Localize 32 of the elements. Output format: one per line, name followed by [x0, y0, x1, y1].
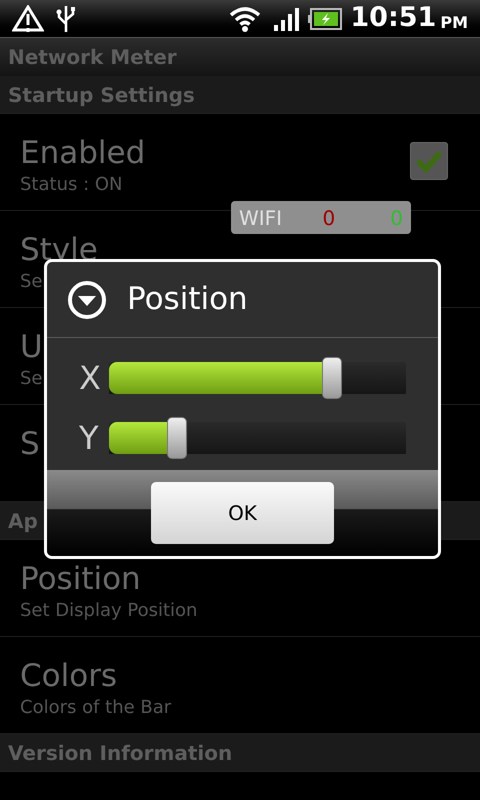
dropdown-circle-icon: [67, 280, 107, 320]
pref-summary: Status : ON: [20, 173, 122, 197]
transmit-count: 0: [390, 204, 403, 232]
pref-summary: Se: [20, 367, 42, 391]
app-title-bar: Network Meter: [0, 38, 480, 76]
meter-label: WIFI: [239, 204, 282, 232]
pref-summary: Se: [20, 270, 42, 294]
clock-time: 10:51: [350, 1, 436, 36]
slider-thumb[interactable]: [167, 417, 188, 459]
pref-title[interactable]: Position: [20, 560, 141, 598]
section-header: Startup Settings: [0, 76, 480, 114]
checkmark-icon: [415, 149, 443, 173]
slider-thumb[interactable]: [322, 357, 342, 399]
ok-button[interactable]: OK: [151, 482, 334, 544]
pref-summary: Colors of the Bar: [20, 696, 172, 720]
signal-icon: [274, 6, 300, 30]
warning-icon: [12, 4, 44, 32]
usb-icon: [56, 4, 76, 34]
slider-label: Y: [79, 418, 100, 459]
pref-title[interactable]: Enabled: [20, 134, 146, 172]
pref-title[interactable]: U: [20, 328, 43, 366]
slider-label: X: [79, 358, 102, 399]
dialog-title: Position: [127, 280, 248, 320]
pref-summary: Set Display Position: [20, 599, 198, 623]
pref-title[interactable]: S: [20, 425, 40, 463]
battery-icon: [308, 8, 342, 30]
section-header: Version Information: [0, 734, 480, 772]
wifi-icon: [228, 4, 262, 32]
pref-title[interactable]: Colors: [20, 657, 118, 695]
clock-ampm: PM: [440, 12, 468, 34]
receive-count: 0: [322, 204, 336, 232]
checkbox[interactable]: [410, 142, 448, 180]
